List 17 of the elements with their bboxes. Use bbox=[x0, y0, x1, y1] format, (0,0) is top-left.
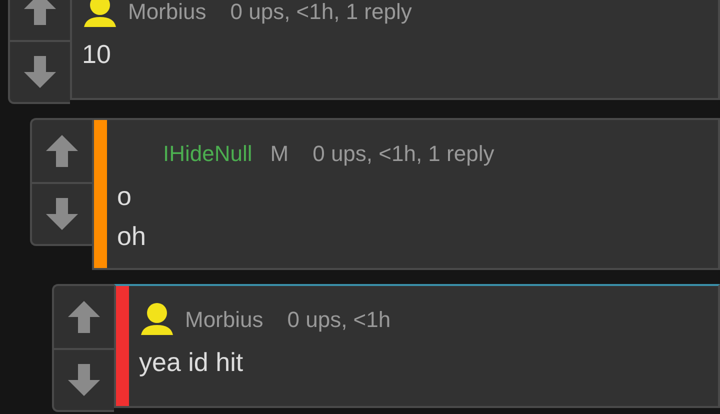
comment-text: yea id hit bbox=[139, 346, 244, 379]
mod-label: M bbox=[270, 140, 289, 168]
comment-meta: 0 ups, <1h, 1 reply bbox=[230, 0, 412, 26]
up-arrow-icon bbox=[66, 299, 102, 335]
down-arrow-icon bbox=[66, 362, 102, 398]
username-link[interactable]: Morbius bbox=[128, 0, 206, 28]
username-link[interactable]: Morbius bbox=[185, 302, 264, 336]
up-arrow-icon bbox=[44, 133, 80, 169]
username-link[interactable]: IHideNull bbox=[163, 136, 252, 170]
comment-meta: 0 ups, <1h, 1 reply bbox=[312, 140, 494, 168]
comment-text: 10 bbox=[82, 38, 112, 71]
up-arrow-icon bbox=[22, 0, 58, 27]
comment-text: o bbox=[117, 180, 132, 213]
down-arrow-icon bbox=[44, 196, 80, 232]
down-arrow-icon bbox=[22, 54, 58, 90]
comment-meta: 0 ups, <1h bbox=[287, 306, 391, 334]
comment-text: oh bbox=[117, 220, 147, 253]
